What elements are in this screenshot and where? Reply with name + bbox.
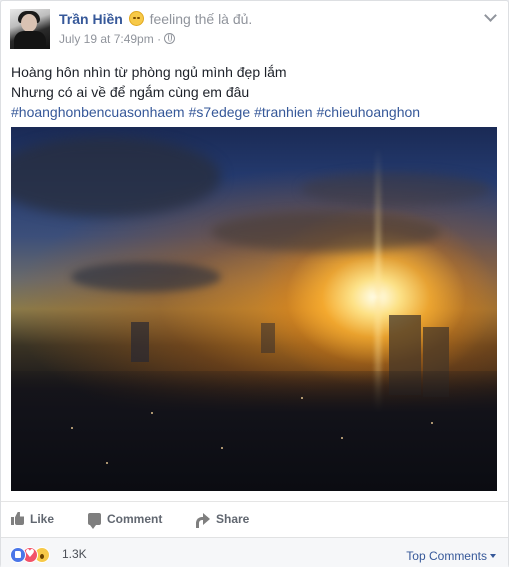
author-avatar[interactable] — [10, 9, 50, 49]
photo-light — [71, 427, 73, 429]
photo-cloud — [301, 172, 491, 206]
like-reaction-icon[interactable] — [10, 547, 26, 563]
top-comments-dropdown[interactable]: Top Comments — [406, 549, 496, 563]
reactions-bar: 1.3K Top Comments — [1, 537, 508, 567]
post-card: Trần Hiền feeling thế là đủ. July 19 at … — [0, 0, 509, 567]
hashtag-link[interactable]: #s7edege — [189, 104, 251, 120]
hashtag-link[interactable]: #tranhien — [254, 104, 312, 120]
photo-light — [341, 437, 343, 439]
relieved-face-icon — [128, 11, 144, 26]
photo-light — [151, 412, 153, 414]
photo-building — [261, 323, 275, 353]
photo-cityscape — [11, 371, 497, 491]
hashtag-list: #hoanghonbencuasonhaem #s7edege #tranhien #… — [11, 102, 498, 122]
photo-cloud — [71, 262, 221, 292]
photo-cloud — [11, 137, 221, 217]
share-icon — [196, 513, 210, 528]
photo-building — [131, 322, 149, 362]
feeling-text[interactable]: feeling thế là đủ. — [150, 11, 253, 27]
post-timestamp[interactable]: July 19 at 7:49pm — [59, 32, 154, 46]
share-button[interactable]: Share — [196, 512, 250, 528]
top-comments-label: Top Comments — [406, 549, 487, 563]
photo-cloud — [211, 212, 441, 252]
like-label: Like — [30, 512, 55, 526]
like-button[interactable]: Like — [11, 512, 54, 526]
avatar-body — [14, 31, 46, 49]
globe-icon[interactable] — [164, 33, 176, 44]
photo-light — [221, 447, 223, 449]
author-line: Trần Hiền feeling thế là đủ. — [59, 10, 252, 28]
hashtag-link[interactable]: #chieuhoanghon — [317, 104, 421, 120]
thumbs-up-icon — [11, 512, 24, 525]
meta-separator: · — [157, 32, 162, 46]
photo-light — [301, 397, 303, 399]
hashtag-link[interactable]: #hoanghonbencuasonhaem — [11, 104, 185, 120]
post-header: Trần Hiền feeling thế là đủ. July 19 at … — [10, 9, 498, 51]
avatar-face — [21, 14, 37, 32]
reaction-count[interactable]: 1.3K — [62, 547, 87, 561]
caret-down-icon — [490, 554, 496, 558]
photo-light — [106, 462, 108, 464]
post-meta: July 19 at 7:49pm · — [59, 32, 176, 46]
share-label: Share — [216, 512, 250, 526]
photo-light — [431, 422, 433, 424]
post-text: Hoàng hôn nhìn từ phòng ngủ mình đẹp lắm… — [11, 62, 498, 122]
comment-icon — [88, 513, 101, 529]
post-text-line: Hoàng hôn nhìn từ phòng ngủ mình đẹp lắm — [11, 64, 287, 80]
post-actions: Like Comment Share — [1, 501, 508, 537]
author-name[interactable]: Trần Hiền — [59, 11, 123, 27]
post-text-line: Nhưng có ai về để ngắm cùng em đâu — [11, 84, 250, 100]
comment-label: Comment — [107, 512, 163, 526]
post-photo[interactable] — [11, 127, 497, 491]
comment-button[interactable]: Comment — [88, 512, 163, 529]
chevron-down-icon[interactable] — [484, 11, 496, 23]
